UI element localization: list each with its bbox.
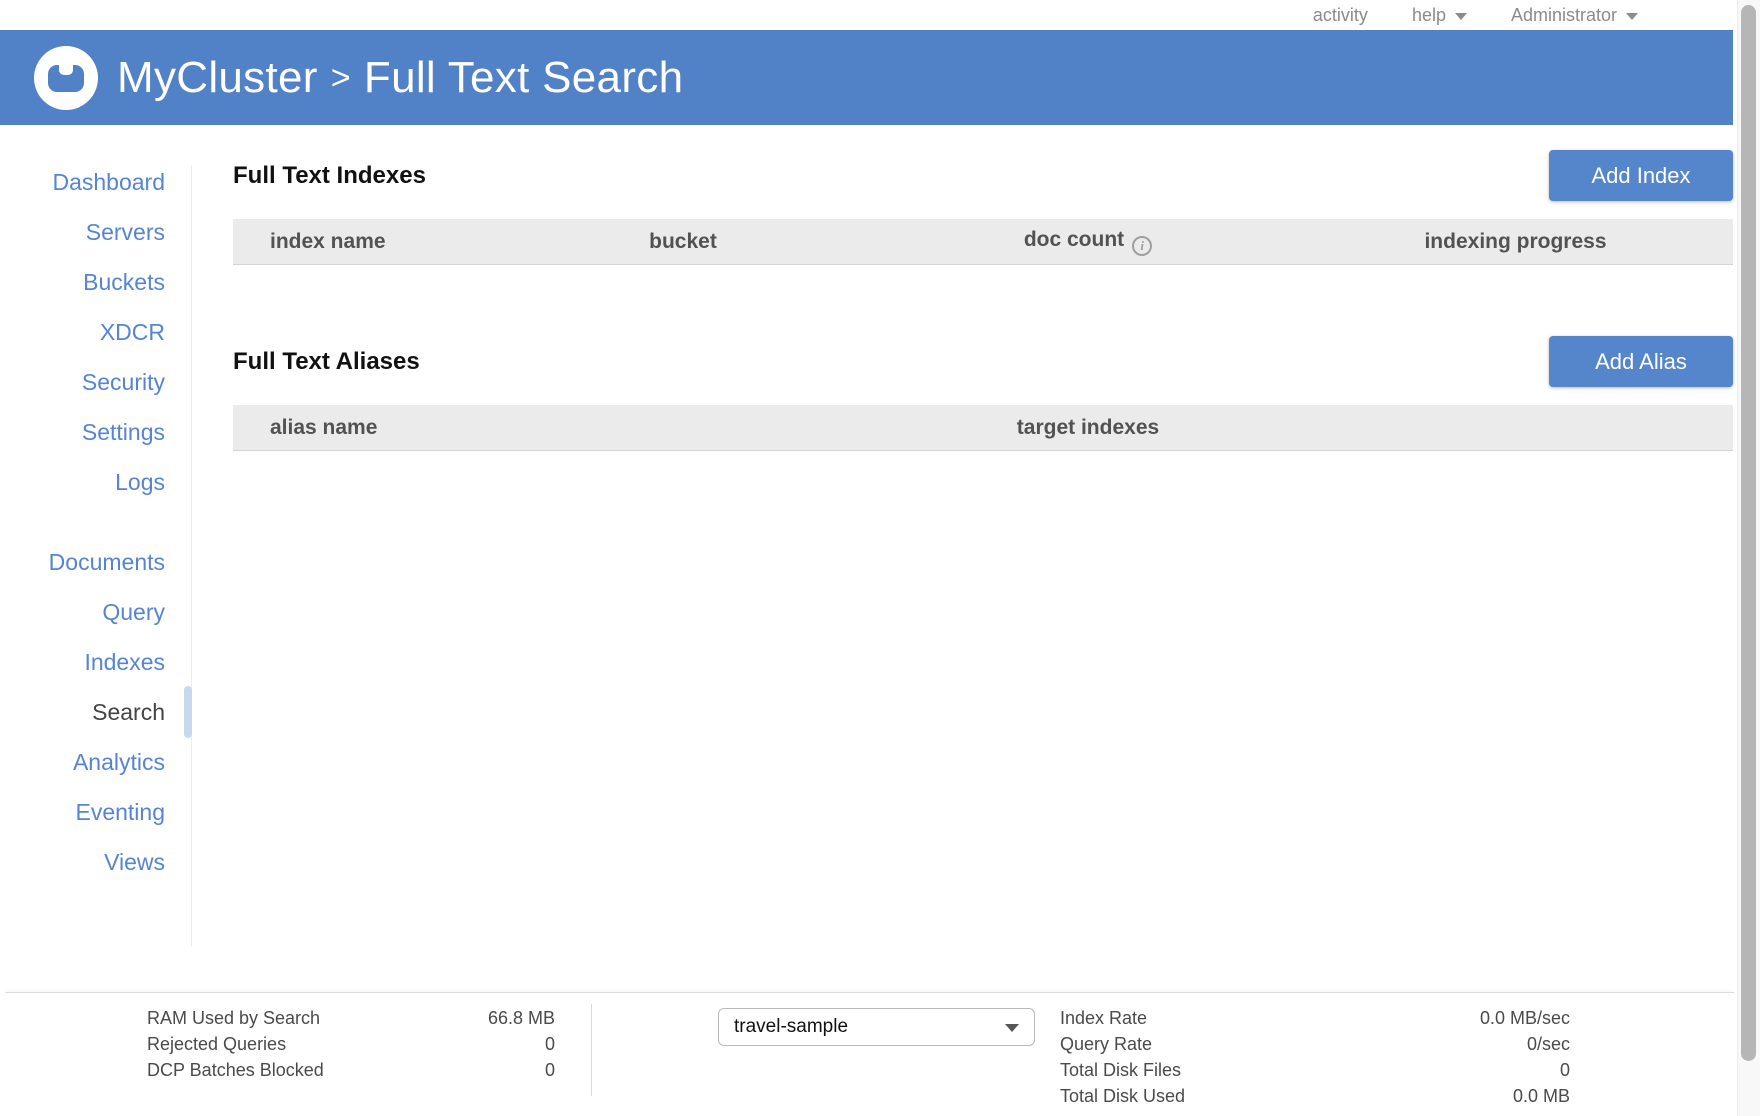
sidebar-item-label: Search [92,699,165,726]
column-indexing-progress: indexing progress [1343,230,1688,254]
stat-label: Rejected Queries [147,1031,286,1057]
indexes-section-header: Full Text Indexes Add Index [233,150,1733,201]
sidebar-item-xdcr[interactable]: XDCR [0,307,192,357]
breadcrumb: MyCluster > Full Text Search [117,53,683,103]
stat-dcp-batches-blocked: DCP Batches Blocked 0 [147,1057,555,1083]
stat-label: Index Rate [1060,1005,1147,1031]
stat-value: 0/sec [1527,1031,1570,1057]
sidebar-item-label: Query [102,599,165,626]
sidebar-item-label: Buckets [83,269,165,296]
couchbase-console: activity help Administrator MyCluster > Fu… [0,0,1760,1116]
rate-stats-block: Index Rate 0.0 MB/sec Query Rate 0/sec T… [1060,1005,1570,1109]
vertical-scrollbar-thumb[interactable] [1741,5,1756,1061]
sidebar-item-dashboard[interactable]: Dashboard [0,157,192,207]
stat-total-disk-files: Total Disk Files 0 [1060,1057,1570,1083]
main-layout: Dashboard Servers Buckets XDCR Security … [0,125,1760,992]
vertical-scrollbar-track[interactable] [1737,0,1760,1116]
stat-label: Total Disk Files [1060,1057,1181,1083]
stat-label: DCP Batches Blocked [147,1057,324,1083]
sidebar-item-label: Dashboard [52,169,165,196]
sidebar-item-eventing[interactable]: Eventing [0,787,192,837]
sidebar-item-servers[interactable]: Servers [0,207,192,257]
stat-value: 0.0 MB/sec [1480,1005,1570,1031]
stat-query-rate: Query Rate 0/sec [1060,1031,1570,1057]
content-area: Full Text Indexes Add Index index name b… [192,125,1760,992]
stat-value: 66.8 MB [488,1005,555,1031]
sidebar-item-label: Analytics [73,749,165,776]
active-item-indicator [184,686,192,738]
add-index-button[interactable]: Add Index [1549,150,1733,201]
stat-rejected-queries: Rejected Queries 0 [147,1031,555,1057]
add-alias-button[interactable]: Add Alias [1549,336,1733,387]
sidebar-item-indexes[interactable]: Indexes [0,637,192,687]
stat-label: Total Disk Used [1060,1083,1185,1109]
couchbase-logo-icon [34,46,98,110]
aliases-section-title: Full Text Aliases [233,348,420,376]
sidebar-item-search[interactable]: Search [0,687,192,737]
sidebar-item-settings[interactable]: Settings [0,407,192,457]
page-title: Full Text Search [364,53,683,102]
sidebar-item-security[interactable]: Security [0,357,192,407]
sidebar-item-buckets[interactable]: Buckets [0,257,192,307]
bucket-selector[interactable]: travel-sample [718,1008,1035,1046]
sidebar-list: Dashboard Servers Buckets XDCR Security … [0,125,192,887]
info-icon[interactable]: i [1132,236,1152,256]
activity-link-label: activity [1313,5,1368,26]
stat-value: 0 [545,1057,555,1083]
sidebar-item-logs[interactable]: Logs [0,457,192,507]
stat-label: Query Rate [1060,1031,1152,1057]
stat-value: 0.0 MB [1513,1083,1570,1109]
sidebar-nav: Dashboard Servers Buckets XDCR Security … [0,125,192,992]
indexes-table-header: index name bucket doc count i indexing pr… [233,219,1733,265]
aliases-table-header: alias name target indexes [233,405,1733,451]
activity-link[interactable]: activity [1313,5,1368,26]
stat-value: 0 [545,1031,555,1057]
stat-total-disk-used: Total Disk Used 0.0 MB [1060,1083,1570,1109]
cluster-name: MyCluster [117,53,318,102]
sidebar-item-label: Indexes [84,649,165,676]
stats-footer: RAM Used by Search 66.8 MB Rejected Quer… [5,992,1734,1116]
couch-glyph [48,65,84,92]
column-alias-name: alias name [233,416,833,440]
sidebar-item-label: Settings [82,419,165,446]
sidebar-item-label: Security [82,369,165,396]
user-menu[interactable]: Administrator [1511,5,1638,26]
footer-divider [591,1004,592,1096]
sidebar-item-views[interactable]: Views [0,837,192,887]
stat-index-rate: Index Rate 0.0 MB/sec [1060,1005,1570,1031]
column-doc-count: doc count i [833,228,1343,256]
sidebar-item-label: XDCR [100,319,165,346]
sidebar-item-label: Documents [49,549,165,576]
chevron-down-icon [1005,1024,1019,1032]
sidebar-item-analytics[interactable]: Analytics [0,737,192,787]
sidebar-item-label: Logs [115,469,165,496]
indexes-section-title: Full Text Indexes [233,162,426,190]
sidebar-item-label: Eventing [75,799,165,826]
help-menu[interactable]: help [1412,5,1467,26]
chevron-down-icon [1455,13,1467,20]
user-menu-label: Administrator [1511,5,1617,26]
column-bucket: bucket [533,230,833,254]
bucket-selector-value: travel-sample [734,1016,848,1038]
sidebar-item-label: Views [104,849,165,876]
column-index-name: index name [233,230,533,254]
help-menu-label: help [1412,5,1446,26]
sidebar-item-label: Servers [86,219,165,246]
breadcrumb-separator: > [331,59,351,97]
column-target-indexes: target indexes [833,416,1343,440]
top-utility-bar: activity help Administrator [0,0,1760,30]
stat-ram-used: RAM Used by Search 66.8 MB [147,1005,555,1031]
chevron-down-icon [1626,13,1638,20]
sidebar-item-query[interactable]: Query [0,587,192,637]
aliases-section-header: Full Text Aliases Add Alias [233,336,1733,387]
sidebar-item-documents[interactable]: Documents [0,537,192,587]
app-header: MyCluster > Full Text Search [0,30,1733,125]
search-stats-block: RAM Used by Search 66.8 MB Rejected Quer… [147,1005,555,1083]
stat-label: RAM Used by Search [147,1005,320,1031]
column-doc-count-label: doc count [1024,228,1124,251]
stat-value: 0 [1560,1057,1570,1083]
